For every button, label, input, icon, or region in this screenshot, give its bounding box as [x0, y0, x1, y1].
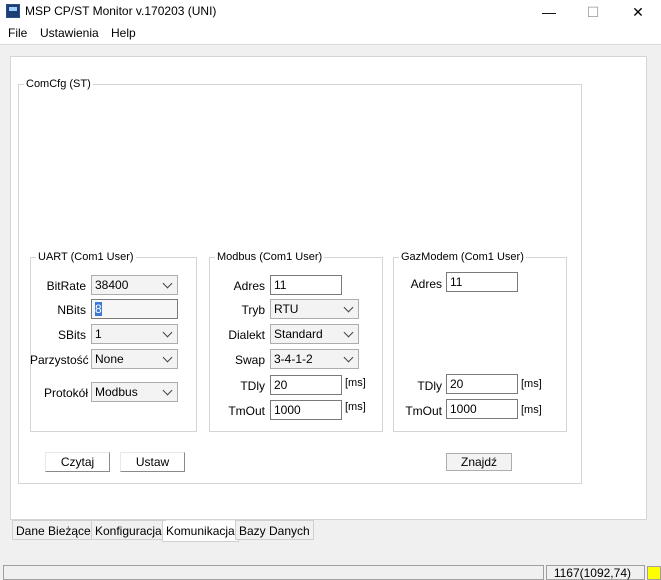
gazmodem-tdly-field[interactable]: 20 [446, 374, 518, 394]
parity-value: None [95, 352, 124, 366]
nbits-field[interactable]: 8 [91, 299, 178, 319]
modbus-group-title: Modbus (Com1 User) [215, 251, 325, 263]
gazmodem-tmout-label: TmOut [405, 404, 442, 418]
tab-konfiguracja[interactable]: Konfiguracja [91, 520, 166, 540]
gazmodem-tdly-unit: [ms] [521, 378, 542, 390]
menu-help[interactable]: Help [111, 26, 136, 40]
menu-ustawienia[interactable]: Ustawienia [40, 26, 99, 40]
uart-group-title: UART (Com1 User) [36, 251, 136, 263]
app-icon [6, 4, 20, 18]
modbus-tmout-label: TmOut [228, 404, 265, 418]
close-button[interactable]: ✕ [615, 0, 661, 24]
protocol-label: Protokół [43, 386, 88, 400]
gazmodem-adres-label: Adres [410, 277, 442, 291]
sbits-label: SBits [57, 328, 86, 342]
tab-komunikacja[interactable]: Komunikacja [162, 521, 239, 542]
bitrate-combo[interactable]: 38400 [91, 275, 178, 295]
title-bar: MSP CP/ST Monitor v.170203 (UNI) — ☐ ✕ [0, 0, 661, 24]
chevron-down-icon [343, 327, 354, 338]
sbits-combo[interactable]: 1 [91, 324, 178, 344]
modbus-tdly-label: TDly [240, 379, 265, 393]
nbits-value: 8 [95, 302, 102, 316]
modbus-tdly-field[interactable]: 20 [270, 375, 342, 395]
modbus-tryb-label: Tryb [241, 303, 265, 317]
parity-label: Parzystość [30, 353, 89, 367]
minimize-button[interactable]: — [526, 0, 572, 24]
modbus-dialekt-combo[interactable]: Standard [270, 324, 359, 344]
bitrate-value: 38400 [95, 278, 129, 292]
find-button[interactable]: Znajdź [446, 453, 512, 471]
menu-file[interactable]: File [8, 26, 27, 40]
sbits-value: 1 [95, 327, 102, 341]
modbus-swap-value: 3-4-1-2 [274, 352, 313, 366]
modbus-tryb-value: RTU [274, 302, 299, 316]
gazmodem-tmout-field[interactable]: 1000 [446, 399, 518, 419]
set-button[interactable]: Ustaw [120, 452, 185, 472]
nbits-label: NBits [57, 303, 86, 317]
gazmodem-group-title: GazModem (Com1 User) [399, 251, 526, 263]
bitrate-label: BitRate [46, 279, 86, 293]
chevron-down-icon [343, 302, 354, 313]
chevron-down-icon [162, 352, 173, 363]
modbus-swap-label: Swap [234, 353, 265, 367]
modbus-tmout-field[interactable]: 1000 [270, 400, 342, 420]
read-button[interactable]: Czytaj [45, 452, 110, 472]
protocol-value: Modbus [95, 385, 138, 399]
chevron-down-icon [162, 385, 173, 396]
window-title: MSP CP/ST Monitor v.170203 (UNI) [25, 4, 217, 18]
comcfg-group-title: ComCfg (ST) [24, 78, 93, 90]
modbus-tdly-unit: [ms] [345, 377, 366, 389]
menu-bar: File Ustawienia Help [0, 24, 661, 45]
modbus-adres-label: Adres [233, 279, 265, 293]
status-pane-coords: 1167(1092,74) [546, 565, 645, 580]
tab-bazy-danych[interactable]: Bazy Danych [235, 520, 314, 540]
gazmodem-tdly-label: TDly [417, 379, 442, 393]
gazmodem-tmout-unit: [ms] [521, 404, 542, 416]
tab-dane-biezace[interactable]: Dane Bieżące [12, 520, 95, 540]
status-pane-main [3, 565, 544, 580]
modbus-swap-combo[interactable]: 3-4-1-2 [270, 349, 359, 369]
chevron-down-icon [343, 352, 354, 363]
gazmodem-adres-field[interactable]: 11 [446, 272, 518, 292]
status-coords-text: 1167(1092,74) [553, 566, 631, 580]
modbus-dialekt-value: Standard [274, 327, 323, 341]
chevron-down-icon [162, 327, 173, 338]
modbus-tryb-combo[interactable]: RTU [270, 299, 359, 319]
modbus-tmout-unit: [ms] [345, 401, 366, 413]
maximize-button[interactable]: ☐ [570, 0, 616, 24]
status-indicator [647, 566, 661, 580]
modbus-dialekt-label: Dialekt [228, 328, 265, 342]
protocol-combo[interactable]: Modbus [91, 382, 178, 402]
parity-combo[interactable]: None [91, 349, 178, 369]
modbus-adres-field[interactable]: 11 [270, 275, 342, 295]
chevron-down-icon [162, 278, 173, 289]
